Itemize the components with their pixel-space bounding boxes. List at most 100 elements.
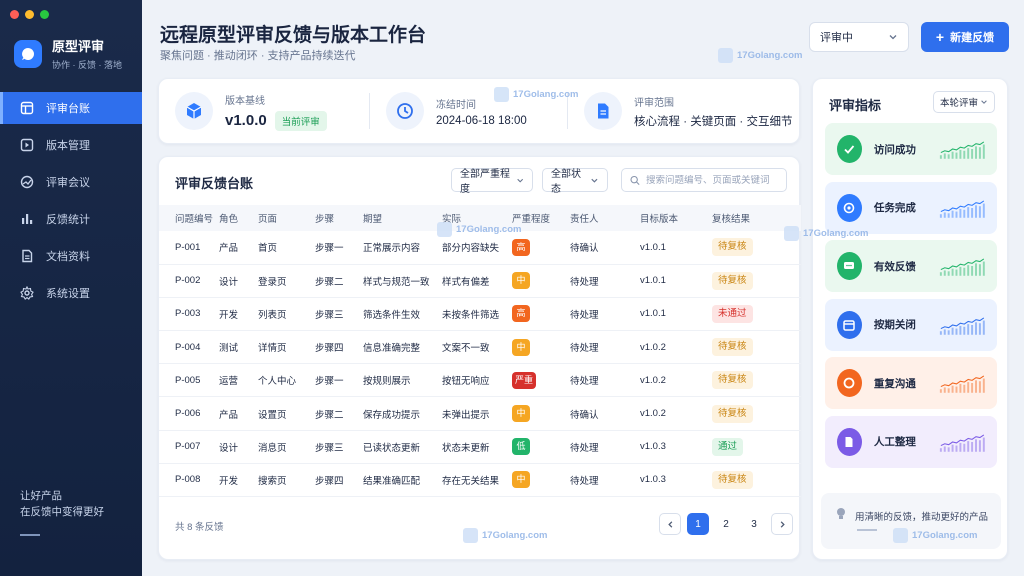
sidebar-item-meeting[interactable]: 评审会议 (0, 166, 142, 198)
file-icon (584, 92, 622, 130)
column-header[interactable]: 步骤 (315, 205, 363, 231)
baseline-value: v1.0.0 (225, 112, 267, 129)
page-button[interactable]: 2 (715, 513, 737, 535)
table-cell: P-001 (175, 241, 201, 253)
spark-bar (947, 154, 950, 159)
spark-bar (951, 151, 954, 159)
table-cell: 保存成功提示 (363, 409, 421, 421)
spark-bar (955, 445, 958, 452)
column-header[interactable]: 责任人 (570, 205, 640, 231)
watermark-text: 17Golang.com (912, 530, 978, 541)
check-icon (837, 135, 862, 163)
column-header[interactable]: 问题编号 (159, 205, 219, 231)
watermark: 17Golang.com (718, 48, 802, 63)
table-cell: 中 (512, 397, 570, 430)
spark-bar (959, 383, 962, 393)
table-row[interactable]: P-002 设计 登录页 步骤二 样式与规范一致 样式有偏差 中 待处理 v1.0.1 待复核 (159, 264, 801, 298)
sidebar-item-documents[interactable]: 文档资料 (0, 240, 142, 272)
watermark: 17Golang.com (463, 528, 547, 543)
column-header[interactable]: 页面 (258, 205, 315, 231)
metric-card[interactable]: 重复沟通 (825, 357, 997, 409)
table-cell: 严重 (512, 364, 570, 397)
cube-icon (175, 92, 213, 130)
table-row[interactable]: P-003 开发 列表页 步骤三 筛选条件生效 未按条件筛选高 待处理 v1.0.1 未通过 (159, 297, 801, 331)
spark-bar (939, 155, 942, 159)
table-cell: P-004 (175, 341, 201, 353)
column-header[interactable]: 角色 (219, 205, 258, 231)
spark-bar (967, 323, 970, 335)
spark-bar (959, 266, 962, 276)
spark-bar (939, 272, 942, 276)
pagination: 1 2 3 (659, 513, 793, 535)
table-cell: 步骤三 (315, 442, 344, 454)
severity-badge: 中 (512, 338, 530, 356)
table-footer-count: 共 8 条反馈 (175, 522, 224, 533)
table-cell: 设置页 (258, 409, 287, 421)
prev-page-button[interactable] (659, 513, 681, 535)
metric-card[interactable]: 有效反馈 (825, 240, 997, 292)
sidebar-item-review-ledger[interactable]: 评审台账 (0, 92, 142, 124)
table-row[interactable]: P-007 设计 消息页 步骤三 已读状态更新 状态未更新 低 待处理 v1.0.3 通过 (159, 430, 801, 464)
table-cell: 文案不一致 (442, 343, 490, 355)
plus-icon: + (935, 29, 945, 45)
sidebar-item-settings[interactable]: 系统设置 (0, 277, 142, 309)
spark-bar (963, 209, 966, 218)
footer-divider (857, 529, 877, 531)
search-input[interactable] (646, 174, 778, 186)
page-button[interactable]: 1 (687, 513, 709, 535)
spark-bar (982, 144, 985, 159)
page-button[interactable]: 3 (743, 513, 765, 535)
sidebar-item-label: 评审会议 (46, 177, 90, 189)
table-cell: 状态未更新 (442, 442, 490, 454)
sparkline (939, 316, 985, 335)
baseline-label: 版本基线 (225, 95, 265, 107)
table-row[interactable]: P-005 运营 个人中心 步骤一 按规则展示 按钮无响应 严重 待处理 v1.0.2 待复核 (159, 364, 801, 397)
status-filter[interactable]: 全部状态 (542, 168, 608, 195)
watermark-logo-icon (893, 528, 908, 543)
review-status-select[interactable]: 评审中 (809, 22, 909, 52)
cycle-icon (837, 369, 862, 397)
table-cell: 步骤四 (315, 475, 344, 487)
baseline-block: 版本基线 v1.0.0 当前评审 (159, 92, 369, 131)
sparkline (939, 141, 985, 159)
search-icon (630, 175, 640, 185)
new-feedback-button[interactable]: + 新建反馈 (921, 22, 1009, 52)
severity-badge: 高 (512, 238, 530, 256)
freeze-value: 2024-06-18 18:00 (436, 114, 527, 127)
review-result-badge: 待复核 (712, 338, 753, 357)
table-cell: P-003 (175, 308, 201, 320)
spark-bar (967, 440, 970, 452)
table-row[interactable]: P-008 开发 搜索页 步骤四 结果准确匹配 存在无关结果中 待处理 v1.0.3 待复核 (159, 463, 801, 497)
sidebar-item-stats[interactable]: 反馈统计 (0, 203, 142, 235)
table-cell: P-006 (175, 408, 201, 420)
spark-bar (955, 269, 958, 276)
table-row[interactable]: P-006 产品 设置页 步骤二 保存成功提示 未弹出提示 中 待确认 v1.0.2 待复核 (159, 397, 801, 431)
page-subtitle: 聚焦问题 · 推动闭环 · 支持产品持续迭代 (160, 50, 356, 62)
column-header[interactable]: 目标版本 (640, 205, 712, 231)
sidebar-item-version[interactable]: 版本管理 (0, 129, 142, 161)
sidebar: 原型评审 协作 · 反馈 · 落地 评审台账 版本管理 评审会议 反馈统计 文档… (0, 0, 142, 576)
table-cell: 运营 (219, 376, 239, 388)
next-page-button[interactable] (771, 513, 793, 535)
severity-filter[interactable]: 全部严重程度 (451, 168, 533, 195)
bar-chart-icon (22, 214, 33, 224)
minimize-window-button[interactable] (25, 10, 34, 19)
watermark: 17Golang.com (437, 222, 521, 237)
table-row[interactable]: P-004 测试 详情页 步骤四 信息准确完整 文案不一致 中 待处理 v1.0.2 待复核 (159, 331, 801, 364)
page-title: 远程原型评审反馈与版本工作台 (160, 25, 427, 46)
review-result-badge: 待复核 (712, 271, 753, 290)
table-cell: P-007 (175, 441, 201, 453)
metric-card[interactable]: 访问成功 (825, 123, 997, 175)
maximize-window-button[interactable] (40, 10, 49, 19)
table-cell: v1.0.1 (640, 308, 666, 320)
metric-card[interactable]: 人工整理 (825, 415, 997, 468)
metric-card[interactable]: 按期关闭 (825, 298, 997, 351)
review-result-badge: 通过 (712, 437, 744, 456)
metrics-round-select[interactable]: 本轮评审 (933, 91, 995, 113)
table-cell: 待处理 (570, 276, 599, 288)
table-cell: v1.0.2 (640, 374, 666, 386)
close-window-button[interactable] (10, 10, 19, 19)
current-review-badge: 当前评审 (274, 110, 327, 131)
spark-bar (951, 268, 954, 276)
column-header[interactable]: 期望 (363, 205, 442, 231)
